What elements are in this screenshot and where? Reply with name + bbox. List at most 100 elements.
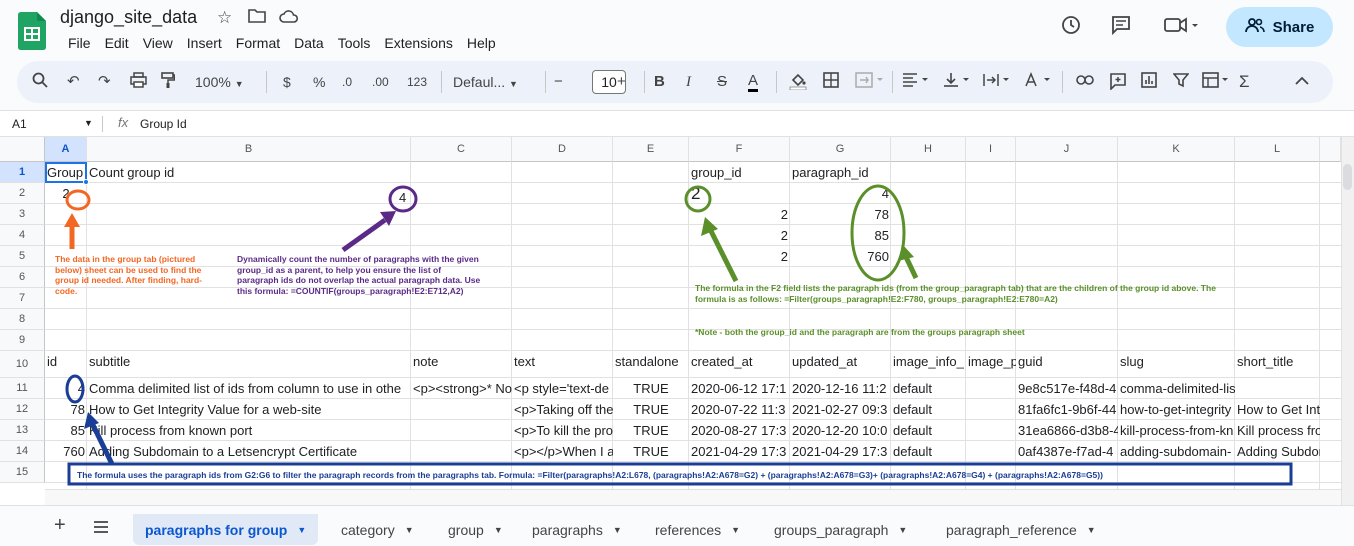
document-title[interactable]: django_site_data — [60, 7, 197, 28]
share-button[interactable]: Share — [1226, 7, 1333, 47]
cell-a13[interactable]: 85 — [45, 420, 87, 441]
cell-f3[interactable]: 2 — [689, 204, 790, 225]
cell-k13[interactable]: kill-process-from-kn — [1118, 420, 1235, 441]
cell-e11[interactable]: TRUE — [613, 378, 689, 399]
sheets-logo[interactable] — [18, 12, 46, 50]
cloud-status-icon[interactable] — [279, 8, 299, 28]
column-header-d[interactable]: D — [512, 137, 613, 162]
cell-l14[interactable]: Adding Subdoma — [1235, 441, 1320, 462]
menu-tools[interactable]: Tools — [331, 35, 378, 51]
decrease-font-size-button[interactable]: − — [554, 72, 563, 92]
cell-h13[interactable]: default — [891, 420, 966, 441]
spreadsheet-grid[interactable]: ABCDEFGHIJKL 1 2 3 4 5 6 7 8 9 10 11 12 13 14 15 Group… — [0, 137, 1354, 505]
cell-d13[interactable]: <p>To kill the pro — [512, 420, 613, 441]
cell-f11[interactable]: 2020-06-12 17:1 — [689, 378, 790, 399]
cell-b11[interactable]: Comma delimited list of ids from column … — [87, 378, 411, 399]
row-header-6[interactable]: 6 — [0, 267, 45, 288]
decrease-decimal-button[interactable]: .0 — [342, 72, 352, 92]
sheet-tab-group[interactable]: group ▼ — [436, 514, 515, 545]
undo-icon[interactable]: ↶ — [67, 72, 80, 92]
row-header-12[interactable]: 12 — [0, 399, 45, 420]
cell-g1[interactable]: paragraph_id — [790, 162, 891, 183]
menu-help[interactable]: Help — [460, 35, 503, 51]
chevron-down-icon[interactable]: ▼ — [613, 525, 622, 535]
cell-k14[interactable]: adding-subdomain- — [1118, 441, 1235, 462]
sheet-tab-references[interactable]: references ▼ — [643, 514, 752, 545]
chevron-down-icon[interactable]: ▼ — [731, 525, 740, 535]
star-icon[interactable]: ☆ — [217, 8, 232, 28]
paint-format-icon[interactable] — [161, 72, 176, 95]
cell-e10[interactable]: standalone — [613, 351, 689, 378]
meet-icon[interactable] — [1164, 14, 1200, 42]
italic-button[interactable]: I — [686, 72, 691, 92]
vertical-scrollbar[interactable] — [1341, 137, 1354, 505]
currency-format-button[interactable]: $ — [283, 72, 291, 92]
row-header-11[interactable]: 11 — [0, 378, 45, 399]
cell-f4[interactable]: 2 — [689, 225, 790, 246]
cell-b1[interactable]: Count group id — [87, 162, 287, 183]
chevron-down-icon[interactable]: ▼ — [1087, 525, 1096, 535]
column-header-h[interactable]: H — [891, 137, 966, 162]
cell-g5[interactable]: 760 — [790, 246, 891, 267]
cell-e12[interactable]: TRUE — [613, 399, 689, 420]
cell-k10[interactable]: slug — [1118, 351, 1235, 378]
cell-g3[interactable]: 78 — [790, 204, 891, 225]
menu-extensions[interactable]: Extensions — [377, 35, 459, 51]
cell-g10[interactable]: updated_at — [790, 351, 891, 378]
cell-k11[interactable]: comma-delimited-list-of-ids-from-colu — [1118, 378, 1235, 399]
vertical-align-icon[interactable] — [943, 72, 973, 94]
column-header-c[interactable]: C — [411, 137, 512, 162]
increase-decimal-button[interactable]: .00 — [372, 72, 389, 92]
row-header-1[interactable]: 1 — [0, 162, 45, 183]
row-header-15[interactable]: 15 — [0, 462, 45, 483]
vertical-scroll-thumb[interactable] — [1343, 164, 1352, 190]
chevron-down-icon[interactable]: ▼ — [494, 525, 503, 535]
horizontal-scrollbar[interactable] — [45, 489, 1341, 505]
chevron-down-icon[interactable]: ▼ — [297, 525, 306, 535]
strikethrough-button[interactable]: S — [717, 72, 727, 92]
chevron-down-icon[interactable]: ▼ — [405, 525, 414, 535]
cell-f10[interactable]: created_at — [689, 351, 790, 378]
chevron-down-icon[interactable]: ▼ — [898, 525, 907, 535]
text-color-button[interactable]: A — [748, 72, 759, 92]
cell-a10[interactable]: id — [45, 351, 87, 378]
move-folder-icon[interactable] — [248, 8, 266, 29]
cell-j12[interactable]: 81fa6fc1-9b6f-44 — [1016, 399, 1118, 420]
row-header-4[interactable]: 4 — [0, 225, 45, 246]
row-header-3[interactable]: 3 — [0, 204, 45, 225]
row-header-14[interactable]: 14 — [0, 441, 45, 462]
sheet-tab-groups-paragraph[interactable]: groups_paragraph ▼ — [762, 514, 919, 545]
cell-d12[interactable]: <p>Taking off the — [512, 399, 613, 420]
cell-f2[interactable]: 2 — [689, 183, 790, 204]
cell-h10[interactable]: image_info_ — [891, 351, 966, 378]
percent-format-button[interactable]: % — [313, 72, 325, 92]
fill-color-icon[interactable] — [789, 72, 807, 96]
column-header-l[interactable]: L — [1235, 137, 1320, 162]
cell-b10[interactable]: subtitle — [87, 351, 411, 378]
horizontal-align-icon[interactable] — [902, 72, 932, 94]
select-all-corner[interactable] — [0, 137, 45, 162]
cell-b14[interactable]: Adding Subdomain to a Letsencrypt Certif… — [87, 441, 411, 462]
cell-a2[interactable]: 2 — [45, 183, 87, 204]
cell-f13[interactable]: 2020-08-27 17:3 — [689, 420, 790, 441]
collapse-toolbar-icon[interactable] — [1295, 72, 1309, 92]
menu-insert[interactable]: Insert — [180, 35, 229, 51]
cell-g2[interactable]: 4 — [790, 183, 891, 204]
sheet-tab-paragraphs[interactable]: paragraphs ▼ — [520, 514, 634, 545]
search-menus-icon[interactable] — [32, 72, 48, 94]
text-wrap-icon[interactable] — [983, 72, 1013, 94]
insert-chart-icon[interactable] — [1141, 72, 1157, 94]
row-header-2[interactable]: 2 — [0, 183, 45, 204]
cell-g14[interactable]: 2021-04-29 17:3 — [790, 441, 891, 462]
increase-font-size-button[interactable]: + — [617, 72, 626, 92]
cell-j11[interactable]: 9e8c517e-f48d-4 — [1016, 378, 1118, 399]
more-formats-button[interactable]: 123 — [407, 72, 427, 92]
row-header-9[interactable]: 9 — [0, 330, 45, 351]
column-header-k[interactable]: K — [1118, 137, 1235, 162]
bold-button[interactable]: B — [654, 72, 665, 92]
cell-c11[interactable]: <p><strong>* No — [411, 378, 512, 399]
row-header-8[interactable]: 8 — [0, 309, 45, 330]
cell-d10[interactable]: text — [512, 351, 613, 378]
menu-view[interactable]: View — [136, 35, 180, 51]
name-box-dropdown-icon[interactable]: ▼ — [84, 118, 93, 128]
